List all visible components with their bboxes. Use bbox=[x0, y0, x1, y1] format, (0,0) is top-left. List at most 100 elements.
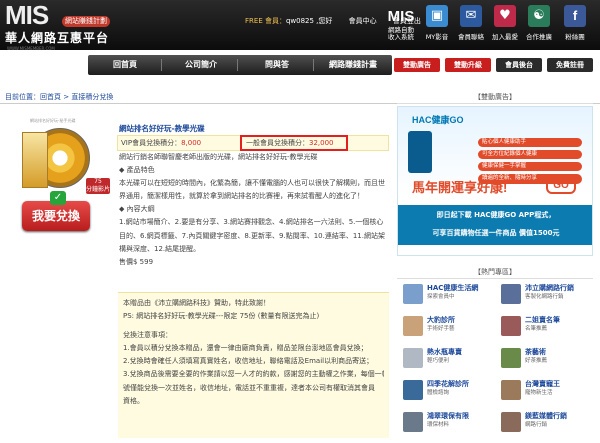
building-icon bbox=[403, 412, 423, 432]
hot-item[interactable]: 鴻翠環保有限 環保材料 bbox=[397, 410, 495, 434]
desc-line: ◆ 內容大綱 bbox=[119, 205, 155, 214]
fan-page-link[interactable]: f 粉絲團 bbox=[561, 3, 589, 47]
handshake-icon: ☯ bbox=[528, 5, 550, 27]
envelope-icon: ✉ bbox=[460, 5, 482, 27]
ad-go-button[interactable]: GO bbox=[546, 177, 576, 194]
hot-item-subtitle: 名筆推薦 bbox=[525, 326, 548, 332]
hot-item-title: 二姐賣名筆 bbox=[525, 316, 560, 324]
add-favorite-link[interactable]: ♥ 加入最愛 bbox=[491, 3, 519, 47]
hot-item[interactable]: 大豹診所 手術好手藝 bbox=[397, 314, 495, 338]
free-register-button[interactable]: 免費註冊 bbox=[547, 58, 593, 72]
desc-line: 目的、6.網頁標籤、7.內頁關鍵字密度、8.更新率、9.點閱率、10.連結率、1… bbox=[119, 231, 385, 240]
main-content: 網站排名好好玩-秘手光碟 75 分鐘影片 ✓ 我要兌換 網站排名好好玩-教學光碟 … bbox=[0, 104, 395, 443]
hot-item-title: 茶藝術 bbox=[525, 348, 546, 356]
nav-faq[interactable]: 問與答 bbox=[240, 55, 314, 75]
hot-item-title: 四季花解診所 bbox=[427, 380, 469, 388]
hot-item[interactable]: 二姐賣名筆 名筆推薦 bbox=[495, 314, 593, 338]
member-backend-button[interactable]: 會員後台 bbox=[496, 58, 542, 72]
duration-number: 75 bbox=[94, 178, 102, 185]
redeem-notice: 本贈品由《沛立購網路科技》贊助，特此致謝！ PS: 網站排名好好玩-教學光碟--… bbox=[118, 292, 389, 438]
heart-icon: ♥ bbox=[494, 5, 516, 27]
hot-item-subtitle: 客製化網路行銷 bbox=[525, 294, 564, 300]
desc-line: 本光碟可以在短短的時間內，化繁為簡，讓不懂電腦的人也可以很快了解構則，而且世 bbox=[119, 179, 385, 188]
ad-headline: 馬年開運享好康! bbox=[412, 180, 508, 195]
nav-home[interactable]: 回首頁 bbox=[88, 55, 162, 75]
pen-icon bbox=[501, 316, 521, 336]
clinic-icon bbox=[403, 316, 423, 336]
hot-list: HAC健康生活網 探索會員中 沛立購網路行銷 客製化網路行銷 大豹診所 手術好手藝 二姐賣名… bbox=[397, 282, 593, 443]
member-prefix: FREE 會員： bbox=[245, 17, 286, 25]
hot-item[interactable]: HAC健康生活網 探索會員中 bbox=[397, 282, 495, 306]
hot-item[interactable]: 茶藝術 好茶推薦 bbox=[495, 346, 593, 370]
redeem-button[interactable]: ✓ 我要兌換 bbox=[22, 191, 90, 231]
desc-line: 售價$ 599 bbox=[119, 257, 154, 266]
free-member-points-highlight: 一般會員兌換積分：32,000 bbox=[240, 135, 348, 151]
flower-icon bbox=[403, 380, 423, 400]
dog-icon bbox=[501, 380, 521, 400]
checkmark-icon: ✓ bbox=[50, 191, 66, 205]
notice-line: 1.會員以積分兌換本贈品，還會一律由廠商負責，贈品並限台澎地區會員兌換； bbox=[123, 344, 368, 353]
redeem-button-label: 我要兌換 bbox=[31, 209, 80, 223]
hot-item[interactable]: 台灣賣寵王 寵物新生活 bbox=[495, 378, 593, 402]
main-nav: 回首頁 公司簡介 問與答 網路賺錢計畫 雙動廣告 雙動升級 會員後台 免費註冊 bbox=[0, 50, 600, 84]
product-title: 網站排名好好玩-教學光碟 bbox=[119, 124, 205, 133]
partner-promo-link[interactable]: ☯ 合作推廣 bbox=[525, 3, 553, 47]
ad-band-2: 可享百貨購物任選一件商品 價值1500元 bbox=[398, 225, 592, 245]
notice-line: 本贈品由《沛立購網路科技》贊助，特此致謝！ bbox=[123, 299, 270, 307]
hot-item-title: 鎂藍媒體行銷 bbox=[525, 412, 567, 420]
facebook-icon: f bbox=[564, 5, 586, 27]
hot-item-title: 台灣賣寵王 bbox=[525, 380, 560, 388]
breadcrumb-prefix: 目前位置： bbox=[5, 93, 40, 101]
logo-chinese-name: 華人網路互惠平台 bbox=[5, 31, 110, 45]
ad-feature: 貼心個人健康助手 bbox=[478, 138, 582, 148]
logo-tagline: 網站賺錢計劃 bbox=[62, 16, 110, 28]
hot-item-title: 大豹診所 bbox=[427, 316, 455, 324]
dual-ad-button[interactable]: 雙動廣告 bbox=[394, 58, 440, 72]
desc-line: 界通用，簡潔樣用性，就算於拿到網站排名的比賽裡，再來試看醒人的進化了！ bbox=[119, 192, 364, 201]
hot-item-title: 熱水瓶專賣 bbox=[427, 348, 462, 356]
hot-item[interactable]: 四季花解診所 體檢諮詢 bbox=[397, 378, 495, 402]
breadcrumb-separator: > bbox=[61, 93, 72, 101]
ad-band-1: 即日起下載 HAC健康GO APP程式， bbox=[398, 205, 592, 225]
notice-line: 號僅能兌換一次並姓名，收信地址，電話並不重重複，達者本公司有權取消其會員 bbox=[123, 383, 375, 392]
notice-line: 兌換注意事項： bbox=[123, 331, 172, 340]
hot-item-subtitle: 好茶推薦 bbox=[525, 358, 548, 364]
hac-ad-banner[interactable]: HAC健康GO 貼心個人健康助手 可全方位紀錄個人健康 健康保健一手掌握 讀遍的… bbox=[397, 106, 593, 256]
product-image: 網站排名好好玩-秘手光碟 75 分鐘影片 bbox=[20, 118, 110, 197]
dvd-case-icon bbox=[22, 132, 48, 188]
my-video-link[interactable]: ▣ MY影音 bbox=[423, 3, 451, 47]
duration-badge: 75 分鐘影片 bbox=[86, 178, 110, 194]
ad-feature: 健康保健一手掌握 bbox=[478, 162, 582, 172]
hot-item-subtitle: 體檢諮詢 bbox=[427, 390, 450, 396]
vip-points: VIP會員兌換積分：8,000 bbox=[121, 139, 201, 148]
product-image-label: 網站排名好好玩-秘手光碟 bbox=[30, 118, 76, 123]
hot-item-title: 沛立購網路行銷 bbox=[525, 284, 574, 292]
desc-line: 構與深度、12.結尾提醒。 bbox=[119, 244, 201, 253]
tea-icon bbox=[501, 348, 521, 368]
free-points-label: 一般會員兌換積分： bbox=[246, 139, 309, 147]
hot-item-subtitle: 輕巧便利 bbox=[427, 358, 450, 364]
hot-item[interactable]: 熱水瓶專賣 輕巧便利 bbox=[397, 346, 495, 370]
dual-upgrade-button[interactable]: 雙動升級 bbox=[445, 58, 491, 72]
nav-company-intro[interactable]: 公司簡介 bbox=[164, 55, 238, 75]
partner-promo-label: 合作推廣 bbox=[526, 33, 552, 41]
site-logo[interactable]: MIS 網站賺錢計劃 華人網路互惠平台 WWW.MISMEMBER.COM bbox=[5, 0, 130, 51]
product-description: 網站行銷名師聯智慶老師出版的光碟，網站排名好好玩-教學光碟 ◆ 產品特色 本光碟… bbox=[119, 153, 389, 271]
notice-line: 資格。 bbox=[123, 396, 144, 405]
mis-system-link[interactable]: MIS 網路自動 收入系統 bbox=[385, 3, 417, 47]
ad-feature: 可全方位紀錄個人健康 bbox=[478, 150, 582, 160]
tv-icon: ▣ bbox=[426, 5, 448, 27]
notice-line: 2.兌換時會確任人須填寫真實姓名，收信地址，聯絡電話及Email以利商品寄送； bbox=[123, 357, 374, 366]
hot-item[interactable]: 沛立購網路行銷 客製化網路行銷 bbox=[495, 282, 593, 306]
desc-line: 網站行銷名師聯智慶老師出版的光碟，網站排名好好玩-教學光碟 bbox=[119, 153, 318, 161]
bottle-icon bbox=[403, 348, 423, 368]
duration-unit: 分鐘影片 bbox=[86, 186, 111, 193]
hot-item[interactable]: 鎂藍媒體行銷 網路行銷 bbox=[495, 410, 593, 434]
nav-money-plan[interactable]: 網路賺錢計畫 bbox=[316, 55, 390, 75]
member-center-link[interactable]: 會員中心 bbox=[349, 17, 377, 25]
breadcrumb-home-link[interactable]: 回首頁 bbox=[40, 93, 61, 101]
page: MIS 網站賺錢計劃 華人網路互惠平台 WWW.MISMEMBER.COM FR… bbox=[0, 0, 600, 443]
hot-item-title: HAC健康生活網 bbox=[427, 284, 479, 292]
logo-mis-text: MIS bbox=[5, 0, 49, 30]
member-contact-link[interactable]: ✉ 會員聯絡 bbox=[457, 3, 485, 47]
